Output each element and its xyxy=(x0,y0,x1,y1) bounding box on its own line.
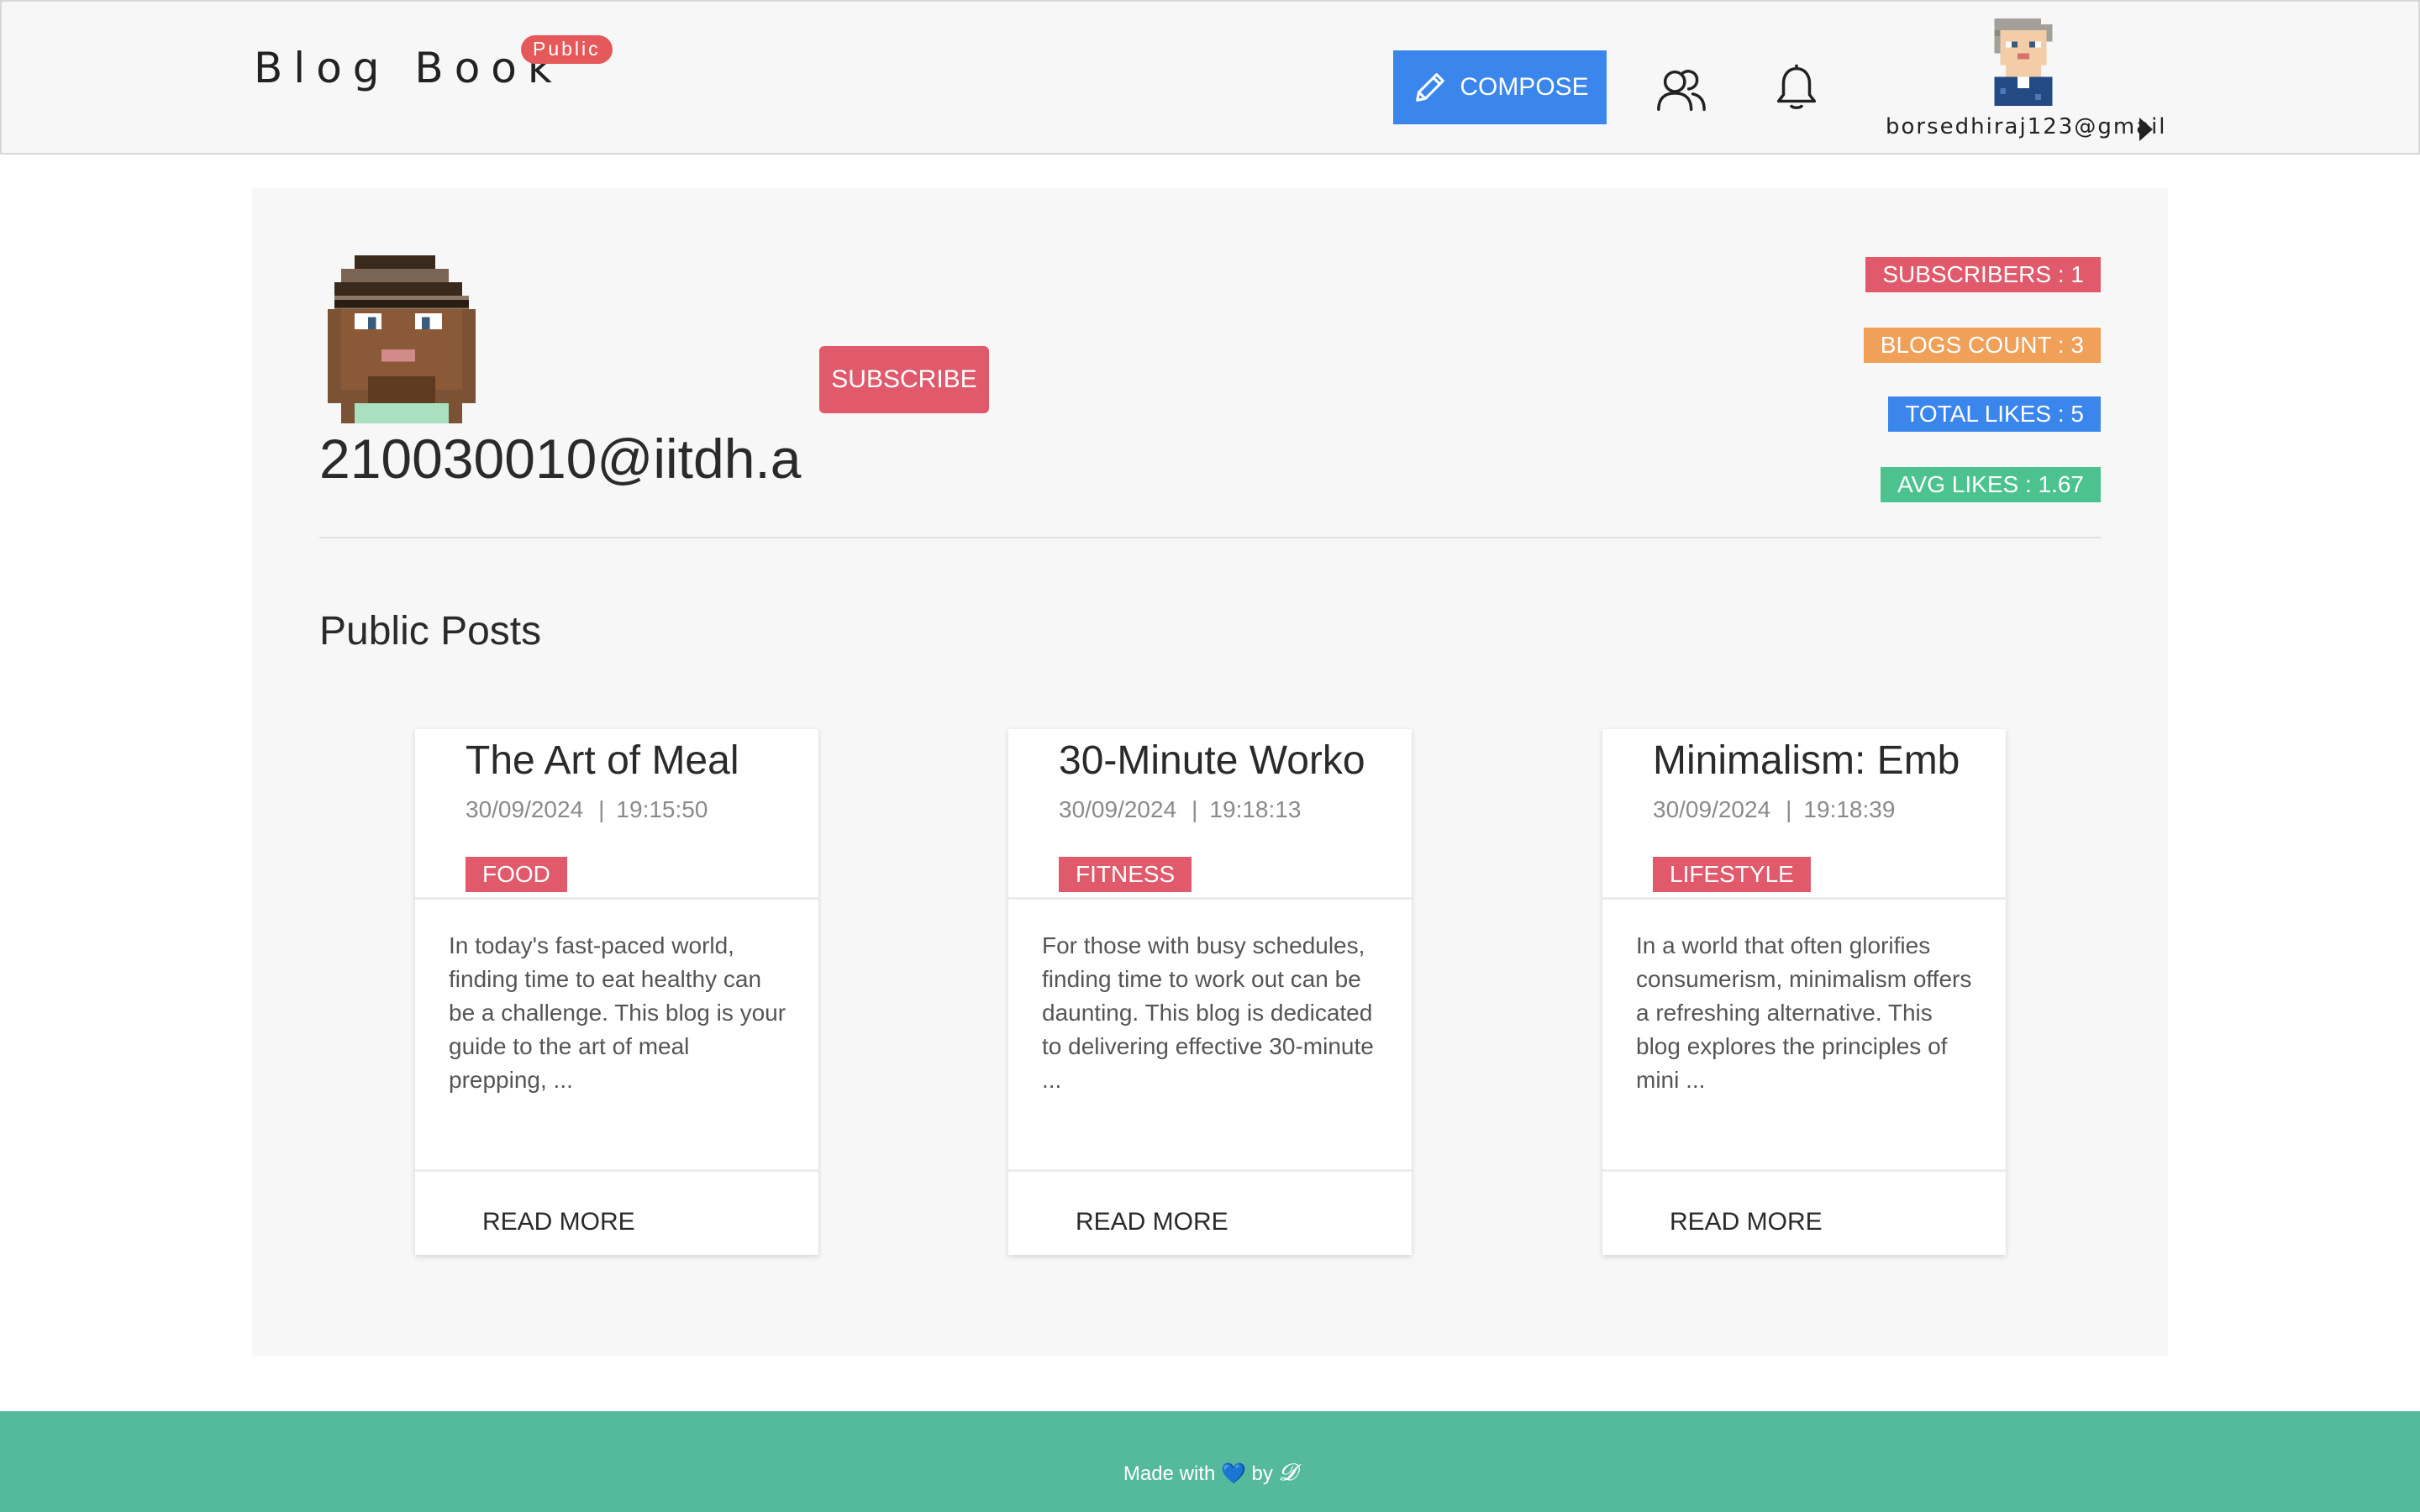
meta-separator: | xyxy=(1786,796,1792,822)
user-email[interactable]: borsedhiraj123@gmail xyxy=(1886,114,2167,139)
card-divider xyxy=(1602,1169,2006,1172)
post-date: 30/09/2024 xyxy=(1653,796,1771,822)
divider xyxy=(319,537,2101,538)
post-card: Minimalism: Emb 30/09/2024 | 19:18:39 LIFE… xyxy=(1602,729,2006,1255)
footer-credit: Made with 💙 by 𝓓 xyxy=(0,1458,2420,1487)
heart-icon: 💙 xyxy=(1220,1462,1246,1485)
card-divider xyxy=(415,897,818,900)
post-title[interactable]: The Art of Meal xyxy=(466,738,810,784)
total-likes-badge: TOTAL LIKES : 5 xyxy=(1888,396,2101,432)
profile-avatar xyxy=(328,255,476,423)
post-meta: 30/09/2024 | 19:18:13 xyxy=(1059,796,1301,823)
brand-badge: Public xyxy=(521,35,613,64)
post-excerpt: For those with busy schedules, finding t… xyxy=(1042,932,1374,1093)
post-time: 19:18:13 xyxy=(1209,796,1302,822)
people-icon[interactable] xyxy=(1655,64,1707,116)
post-time: 19:15:50 xyxy=(616,796,708,822)
post-title[interactable]: Minimalism: Emb xyxy=(1653,738,1997,784)
read-more-button[interactable]: READ MORE xyxy=(1670,1208,1823,1236)
footer-signature: 𝓓 xyxy=(1278,1458,1297,1486)
subscribers-badge: SUBSCRIBERS : 1 xyxy=(1865,257,2101,292)
post-meta: 30/09/2024 | 19:15:50 xyxy=(466,796,708,823)
post-tag: FITNESS xyxy=(1059,857,1192,892)
post-card: The Art of Meal 30/09/2024 | 19:15:50 FOOD… xyxy=(415,729,818,1255)
post-meta: 30/09/2024 | 19:18:39 xyxy=(1653,796,1895,823)
post-excerpt: In today's fast-paced world, finding tim… xyxy=(449,932,786,1093)
card-divider xyxy=(1008,1169,1412,1172)
post-card: 30-Minute Worko 30/09/2024 | 19:18:13 FITN… xyxy=(1008,729,1412,1255)
profile-panel: 210030010@iitdh.a SUBSCRIBE SUBSCRIBERS … xyxy=(252,188,2168,1356)
card-divider xyxy=(1008,897,1412,900)
card-divider xyxy=(415,1169,818,1172)
caret-right-icon[interactable] xyxy=(2139,118,2153,141)
post-date: 30/09/2024 xyxy=(466,796,584,822)
read-more-button[interactable]: READ MORE xyxy=(482,1208,635,1236)
avg-likes-badge: AVG LIKES : 1.67 xyxy=(1880,467,2101,502)
navbar: Blog Book Public COMPOSE borsedhiraj123@… xyxy=(0,0,2420,155)
footer: Made with 💙 by 𝓓 xyxy=(0,1411,2420,1512)
footer-by: by xyxy=(1251,1462,1273,1485)
blogs-count-badge: BLOGS COUNT : 3 xyxy=(1863,328,2101,363)
footer-made-with: Made with xyxy=(1123,1462,1216,1485)
card-divider xyxy=(1602,897,2006,900)
compose-label: COMPOSE xyxy=(1460,73,1589,101)
meta-separator: | xyxy=(598,796,605,822)
user-avatar[interactable] xyxy=(1988,18,2059,106)
subscribe-button[interactable]: SUBSCRIBE xyxy=(819,346,989,413)
post-excerpt: In a world that often glorifies consumer… xyxy=(1636,932,1972,1093)
pencil-icon xyxy=(1416,73,1445,102)
profile-name: 210030010@iitdh.a xyxy=(319,428,802,490)
meta-separator: | xyxy=(1192,796,1198,822)
read-more-button[interactable]: READ MORE xyxy=(1076,1208,1228,1236)
post-tag: LIFESTYLE xyxy=(1653,857,1811,892)
post-time: 19:18:39 xyxy=(1803,796,1896,822)
post-date: 30/09/2024 xyxy=(1059,796,1177,822)
post-title[interactable]: 30-Minute Worko xyxy=(1059,738,1403,784)
compose-button[interactable]: COMPOSE xyxy=(1393,50,1607,124)
brand-logo[interactable]: Blog Book xyxy=(254,44,563,92)
section-title: Public Posts xyxy=(319,609,542,654)
bell-icon[interactable] xyxy=(1770,60,1823,113)
post-tag: FOOD xyxy=(466,857,567,892)
